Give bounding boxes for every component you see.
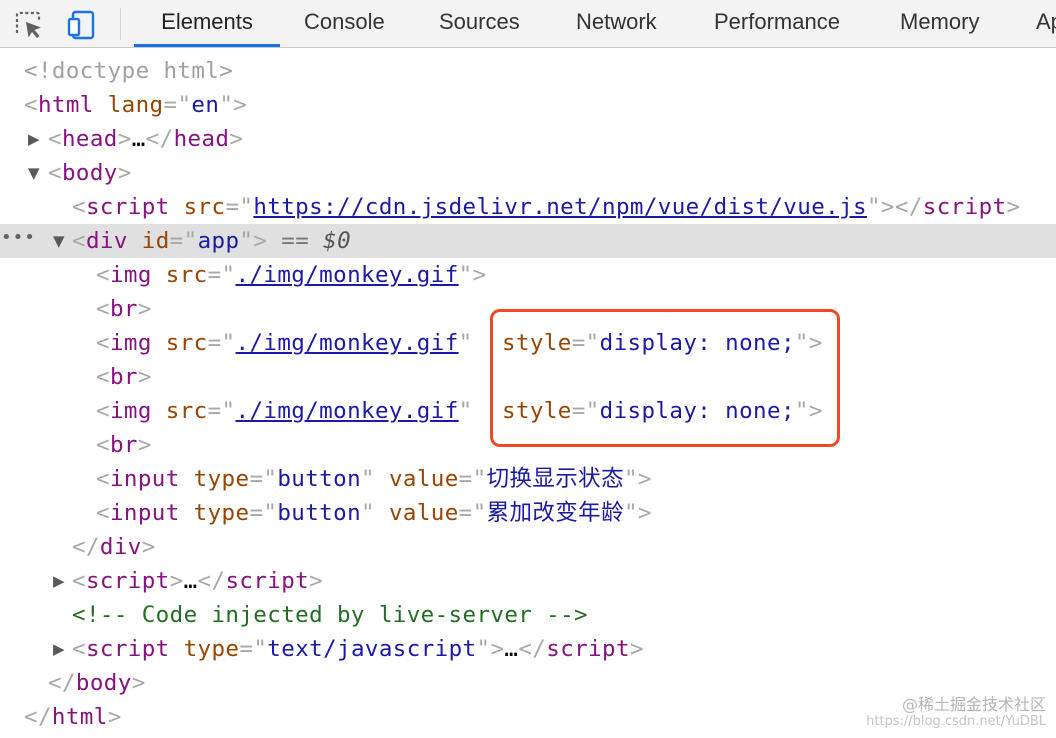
tree-line-div-app[interactable]: ••• ▼ <div id="app"> == $0 [0, 224, 1056, 258]
html-open-tag: <html lang="en"> [24, 92, 248, 118]
collapse-triangle-icon[interactable]: ▼ [26, 156, 42, 190]
tree-line-img-1[interactable]: <img src="./img/monkey.gif"> [0, 258, 1056, 292]
div-app-node: <div id="app"> == $0 [72, 228, 352, 254]
br-node: <br> [96, 296, 152, 322]
img-src-link[interactable]: ./img/monkey.gif [236, 330, 459, 356]
html-close-tag: </html> [24, 704, 122, 730]
watermark-line-2: https://blog.csdn.net/YuDBL [866, 714, 1046, 729]
script-collapsed-node: <script>…</script> [72, 568, 324, 594]
expand-triangle-icon[interactable]: ▶ [51, 632, 67, 666]
script-vue-node: <script src="https://cdn.jsdelivr.net/np… [72, 194, 1021, 220]
tree-line-comment[interactable]: <!-- Code injected by live-server --> [0, 598, 1056, 632]
tree-line-head[interactable]: ▶ <head>…</head> [0, 122, 1056, 156]
annotation-highlight-box [490, 309, 840, 447]
input-age-node: <input type="button" value="累加改变年龄"> [96, 500, 652, 526]
tree-line-div-close[interactable]: </div> [0, 530, 1056, 564]
vue-cdn-link[interactable]: https://cdn.jsdelivr.net/npm/vue/dist/vu… [253, 194, 867, 220]
img-src-link[interactable]: ./img/monkey.gif [236, 398, 459, 424]
tree-line-doctype[interactable]: <!doctype html> [0, 54, 1056, 88]
tree-line-script-js[interactable]: ▶ <script type="text/javascript">…</scri… [0, 632, 1056, 666]
div-close-tag: </div> [72, 534, 156, 560]
tree-line-input-age[interactable]: <input type="button" value="累加改变年龄"> [0, 496, 1056, 530]
body-open-tag: <body> [48, 160, 132, 186]
tab-sources[interactable]: Sources [439, 0, 520, 47]
more-options-icon[interactable]: ••• [1, 221, 36, 255]
watermark: @稀土掘金技术社区 https://blog.csdn.net/YuDBL [866, 696, 1046, 730]
collapse-triangle-icon[interactable]: ▼ [51, 224, 67, 258]
tab-network[interactable]: Network [576, 0, 657, 47]
input-toggle-node: <input type="button" value="切换显示状态"> [96, 466, 652, 492]
device-toggle-icon[interactable] [64, 6, 100, 42]
tree-line-script-collapsed[interactable]: ▶ <script>…</script> [0, 564, 1056, 598]
tab-memory[interactable]: Memory [900, 0, 979, 47]
element-picker-icon[interactable] [10, 6, 46, 42]
br-node: <br> [96, 432, 152, 458]
doctype-node: <!doctype html> [24, 58, 234, 84]
tab-console[interactable]: Console [304, 0, 385, 47]
comment-node: <!-- Code injected by live-server --> [72, 602, 589, 628]
tab-performance[interactable]: Performance [714, 0, 840, 47]
tab-application[interactable]: Ap [1036, 0, 1056, 47]
expand-triangle-icon[interactable]: ▶ [51, 564, 67, 598]
tree-line-body[interactable]: ▼ <body> [0, 156, 1056, 190]
watermark-line-1: @稀土掘金技术社区 [901, 695, 1046, 714]
tree-line-body-close[interactable]: </body> [0, 666, 1056, 700]
tab-elements[interactable]: Elements [134, 0, 280, 47]
img-node: <img src="./img/monkey.gif"> [96, 262, 487, 288]
br-node: <br> [96, 364, 152, 390]
body-close-tag: </body> [48, 670, 146, 696]
script-js-node: <script type="text/javascript">…</script… [72, 636, 644, 662]
tree-line-html[interactable]: <html lang="en"> [0, 88, 1056, 122]
img-node: <img src="./img/monkey.gif" [96, 398, 473, 424]
tree-line-script-vue[interactable]: <script src="https://cdn.jsdelivr.net/np… [0, 190, 1056, 224]
head-node: <head>…</head> [48, 126, 244, 152]
tree-line-input-toggle[interactable]: <input type="button" value="切换显示状态"> [0, 462, 1056, 496]
expand-triangle-icon[interactable]: ▶ [26, 122, 42, 156]
devtools-toolbar: Elements Console Sources Network Perform… [0, 0, 1056, 48]
img-src-link[interactable]: ./img/monkey.gif [236, 262, 459, 288]
toolbar-divider [120, 8, 121, 40]
img-node: <img src="./img/monkey.gif" [96, 330, 473, 356]
